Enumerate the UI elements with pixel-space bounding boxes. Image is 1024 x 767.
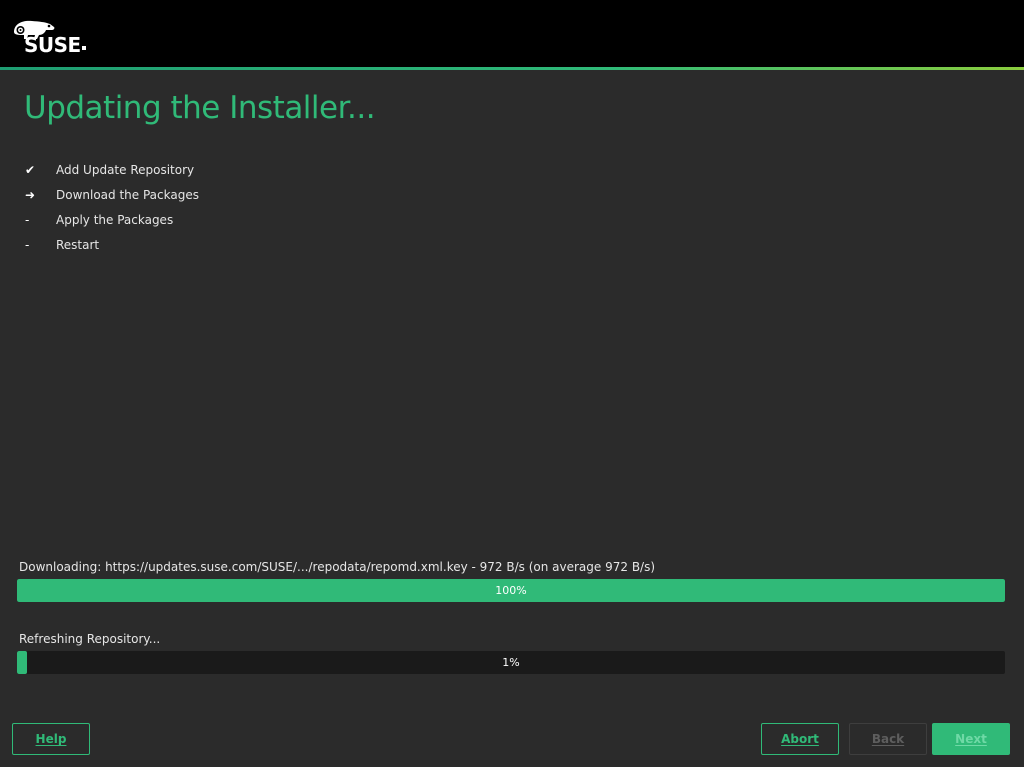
header-accent-line [0,67,1024,70]
back-button[interactable]: Back [849,723,927,755]
page-title: Updating the Installer... [24,90,376,126]
step-label: Add Update Repository [56,162,195,177]
arrow-right-icon: ➜ [25,187,36,202]
download-progress-percent: 100% [495,584,527,597]
download-progress-label: Downloading: https://updates.suse.com/SU… [19,560,656,574]
refresh-progress-bar: 1% [17,651,1005,674]
step-item-apply-packages: - Apply the Packages [24,207,199,232]
step-item-restart: - Restart [24,232,199,257]
refresh-progress-percent: 1% [502,656,520,669]
step-label: Restart [56,237,100,252]
refresh-progress-label: Refreshing Repository... [19,632,161,646]
checkmark-icon: ✔ [25,162,36,177]
logo-dot [82,46,86,50]
help-button[interactable]: Help [12,723,90,755]
suse-logo: SUSE [12,16,92,57]
abort-button[interactable]: Abort [761,723,839,755]
step-list: ✔ Add Update Repository ➜ Download the P… [24,157,199,257]
download-progress-bar: 100% [17,579,1005,602]
dash-icon: - [25,237,30,252]
step-label: Apply the Packages [56,212,174,227]
next-button[interactable]: Next [932,723,1010,755]
step-label: Download the Packages [56,187,199,202]
logo-text: SUSE [24,33,81,57]
step-item-add-repository: ✔ Add Update Repository [24,157,199,182]
header-bar: SUSE [0,0,1024,70]
step-item-download-packages: ➜ Download the Packages [24,182,199,207]
dash-icon: - [25,212,30,227]
